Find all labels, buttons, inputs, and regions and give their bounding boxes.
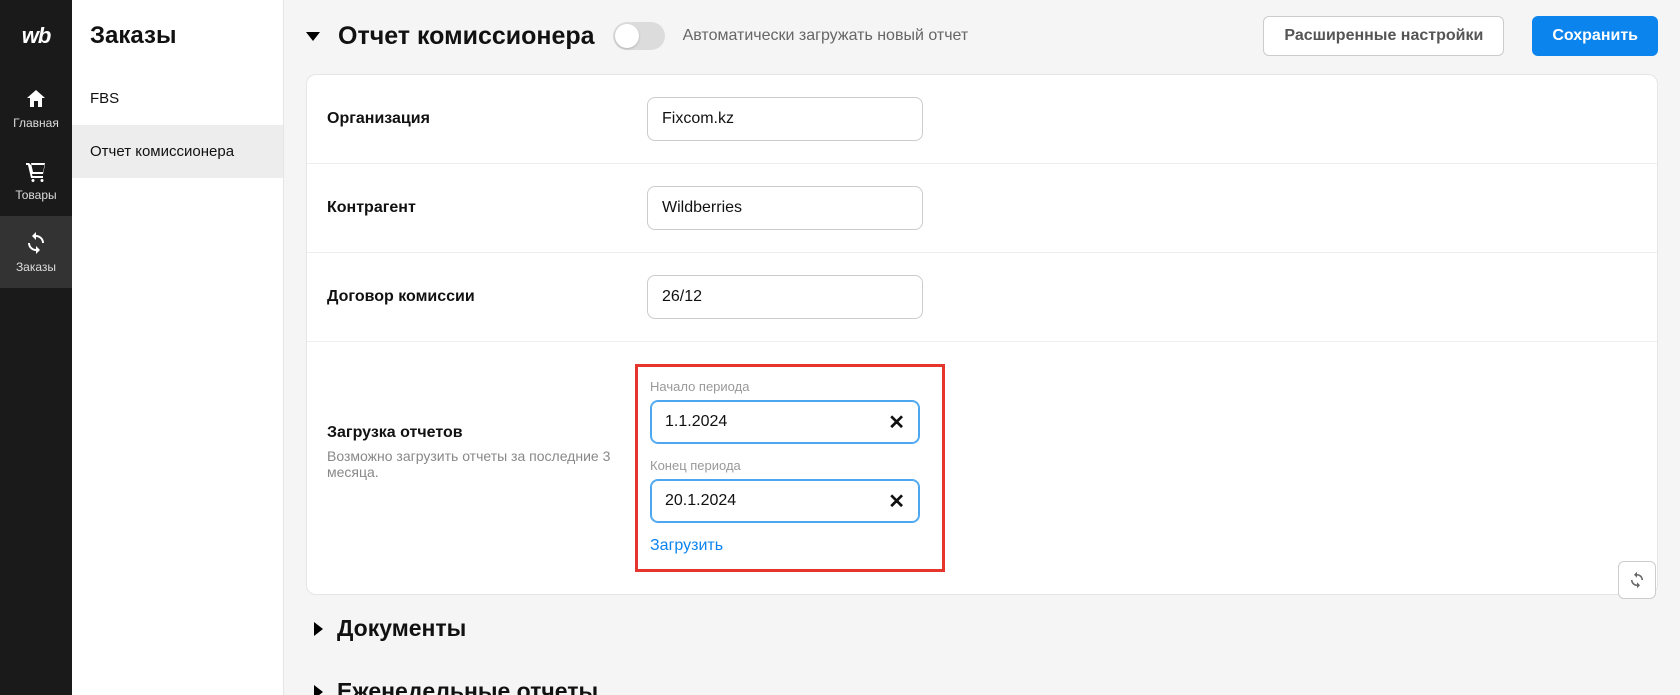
section-weekly-title: Еженедельные отчеты xyxy=(337,678,598,695)
contract-label: Договор комиссии xyxy=(327,288,647,306)
subnav-item-report[interactable]: Отчет комиссионера xyxy=(72,125,283,178)
sync-icon xyxy=(23,230,49,256)
auto-load-toggle[interactable] xyxy=(613,22,665,50)
counterparty-field[interactable]: Wildberries xyxy=(647,186,923,230)
chevron-right-icon xyxy=(314,685,323,695)
nav-products[interactable]: Товары xyxy=(0,144,72,216)
nav-orders-label: Заказы xyxy=(16,260,56,274)
section-documents-title: Документы xyxy=(337,615,466,642)
period-start-value: 1.1.2024 xyxy=(665,413,727,431)
period-start-field[interactable]: 1.1.2024 ✕ xyxy=(650,400,920,444)
refresh-icon xyxy=(1628,571,1646,589)
period-end-field[interactable]: 20.1.2024 ✕ xyxy=(650,479,920,523)
org-field-value: Fixcom.kz xyxy=(662,110,734,128)
brand-logo-text: wb xyxy=(22,23,51,49)
contract-field[interactable]: 26/12 xyxy=(647,275,923,319)
subnav-title: Заказы xyxy=(72,0,283,72)
auto-load-toggle-label: Автоматически загружать новый отчет xyxy=(683,27,969,45)
advanced-settings-button[interactable]: Расширенные настройки xyxy=(1263,16,1504,56)
period-end-label: Конец периода xyxy=(650,458,920,473)
section-weekly-reports[interactable]: Еженедельные отчеты xyxy=(306,658,1658,695)
cart-icon xyxy=(23,158,49,184)
period-start-label: Начало периода xyxy=(650,379,920,394)
save-button[interactable]: Сохранить xyxy=(1532,16,1658,56)
chevron-down-icon[interactable] xyxy=(306,32,320,41)
load-link[interactable]: Загрузить xyxy=(650,537,723,555)
nav-home[interactable]: Главная xyxy=(0,72,72,144)
counterparty-field-value: Wildberries xyxy=(662,199,742,217)
nav-home-label: Главная xyxy=(13,116,59,130)
page-title: Отчет комиссионера xyxy=(338,22,595,51)
period-end-value: 20.1.2024 xyxy=(665,492,736,510)
load-label: Загрузка отчетов xyxy=(327,424,647,442)
chevron-right-icon xyxy=(314,622,323,636)
counterparty-label: Контрагент xyxy=(327,199,647,217)
org-field[interactable]: Fixcom.kz xyxy=(647,97,923,141)
nav-products-label: Товары xyxy=(15,188,56,202)
section-documents[interactable]: Документы xyxy=(306,595,1658,658)
home-icon xyxy=(23,86,49,112)
load-hint: Возможно загрузить отчеты за последние 3… xyxy=(327,448,647,480)
period-end-clear-icon[interactable]: ✕ xyxy=(888,489,905,514)
subnav-item-fbs[interactable]: FBS xyxy=(72,72,283,125)
period-start-clear-icon[interactable]: ✕ xyxy=(888,410,905,435)
brand-logo: wb xyxy=(0,0,72,72)
org-label: Организация xyxy=(327,110,647,128)
refresh-button[interactable] xyxy=(1618,561,1656,599)
subnav-item-label: Отчет комиссионера xyxy=(90,143,234,160)
period-highlight-box: Начало периода 1.1.2024 ✕ Конец периода … xyxy=(635,364,945,572)
subnav-item-label: FBS xyxy=(90,90,119,107)
nav-orders[interactable]: Заказы xyxy=(0,216,72,288)
contract-field-value: 26/12 xyxy=(662,288,702,306)
